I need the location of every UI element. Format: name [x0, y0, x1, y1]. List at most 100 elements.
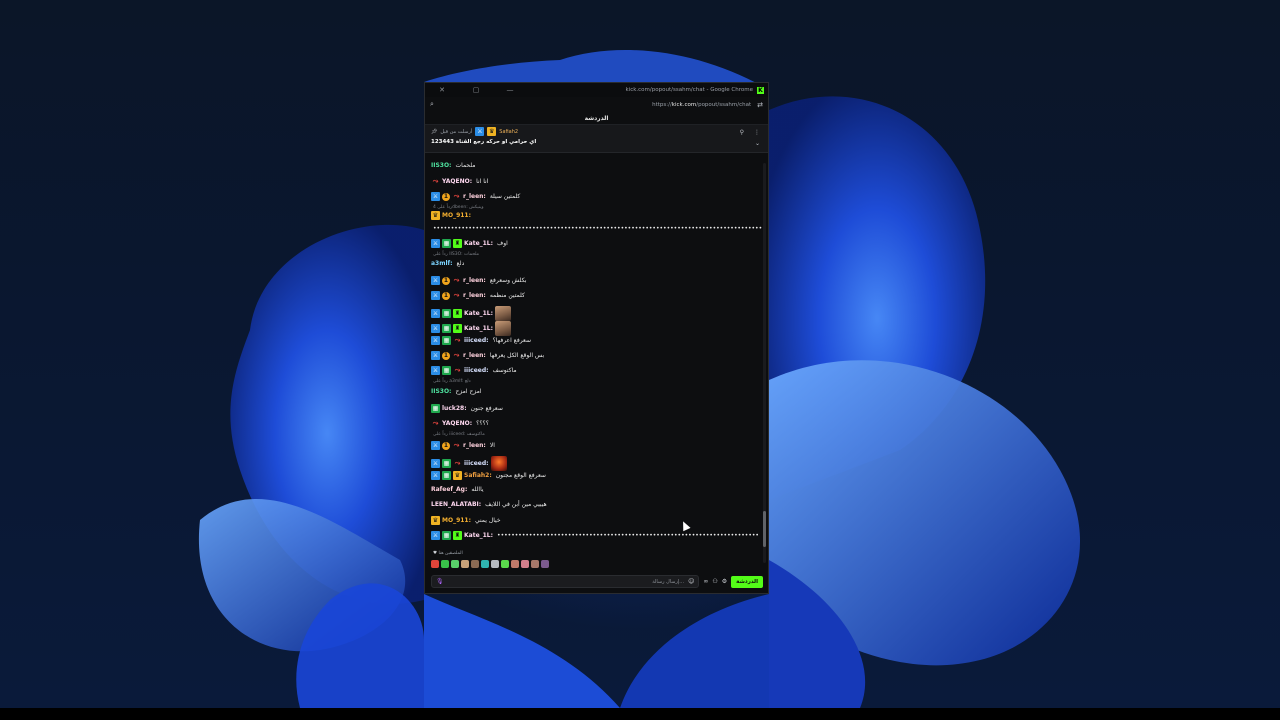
- chat-username[interactable]: Safiah2:: [464, 472, 492, 479]
- gift-badge-icon[interactable]: ♜: [453, 309, 462, 318]
- chat-message[interactable]: ▦ luck28: سعرفع جنون: [431, 404, 503, 413]
- chat-username[interactable]: LEEN_ALATABI:: [431, 501, 481, 508]
- chat-username[interactable]: iiiceed:: [464, 460, 489, 467]
- chat-message[interactable]: ••••••••••••••••••••••••••••••••••••••••…: [431, 225, 762, 232]
- chat-message[interactable]: ⚔ ▦ ♜ Kate_1L:: [431, 306, 512, 321]
- sword-badge-icon[interactable]: ⚔: [431, 239, 440, 248]
- crown-badge-icon[interactable]: ♛: [453, 471, 462, 480]
- founder-badge-icon[interactable]: 1: [442, 351, 450, 360]
- sword-badge-icon[interactable]: ⚔: [431, 309, 440, 318]
- chat-username[interactable]: r_leen:: [463, 193, 486, 200]
- mic-icon[interactable]: 🎙︎: [436, 578, 444, 585]
- emote-icon[interactable]: [461, 560, 469, 568]
- chat-username[interactable]: YAQENO:: [442, 420, 472, 427]
- sword-badge-icon[interactable]: ⚔: [431, 324, 440, 333]
- chat-username[interactable]: iiiceed:: [464, 337, 489, 344]
- og-badge-icon[interactable]: ⤳: [453, 459, 462, 468]
- og-badge-icon[interactable]: ⤳: [452, 276, 461, 285]
- og-badge-icon[interactable]: ⤳: [431, 177, 440, 186]
- emote-icon[interactable]: [531, 560, 539, 568]
- chat-message[interactable]: ⚔ ▦ ♛ Safiah2: سعرفع الوقع مجنون: [431, 471, 546, 480]
- chat-input[interactable]: 🎙︎ إرسال رسالة... ☺: [431, 575, 700, 588]
- sword-badge-icon[interactable]: ⚔: [431, 366, 440, 375]
- pinned-author[interactable]: Safiah2: [499, 129, 518, 135]
- og-badge-icon[interactable]: ⤳: [452, 441, 461, 450]
- gift-badge-icon[interactable]: ♜: [453, 239, 462, 248]
- crown-badge-icon[interactable]: ♛: [431, 211, 440, 220]
- chat-message[interactable]: LEEN_ALATABI: هيييي مين أبن في اللايف: [431, 501, 547, 508]
- chat-message[interactable]: IIS3O: ملحمات: [431, 162, 476, 169]
- founder-badge-icon[interactable]: 1: [442, 276, 450, 285]
- chat-username[interactable]: MO_911:: [442, 212, 471, 219]
- chat-username[interactable]: iiiceed:: [464, 367, 489, 374]
- emote-icon[interactable]: [481, 560, 489, 568]
- sword-badge-icon[interactable]: ⚔: [431, 531, 440, 540]
- pin-icon[interactable]: ⚲: [740, 129, 744, 136]
- chat-message[interactable]: ♛ MO_911: خيال يمني: [431, 516, 501, 525]
- settings-icon[interactable]: ⚙: [722, 578, 727, 585]
- sword-badge-icon[interactable]: ⚔: [431, 471, 440, 480]
- emote-icon[interactable]: [431, 560, 439, 568]
- og-badge-icon[interactable]: ⤳: [453, 366, 462, 375]
- chat-username[interactable]: Kate_1L:: [464, 240, 493, 247]
- og-badge-icon[interactable]: ⤳: [452, 291, 461, 300]
- minimize-icon[interactable]: —: [501, 86, 519, 94]
- emote-icon[interactable]: [511, 560, 519, 568]
- chat-username[interactable]: Rafeef_Ag:: [431, 486, 467, 493]
- sword-badge-icon[interactable]: ⚔: [431, 192, 440, 201]
- gift-badge-icon[interactable]: ♜: [453, 531, 462, 540]
- scrollbar-track[interactable]: [763, 163, 766, 563]
- chat-message[interactable]: ⚔ ▦ ♜ Kate_1L:: [431, 321, 512, 336]
- link-icon[interactable]: ∞: [703, 578, 708, 585]
- url-text[interactable]: https://kick.com/popout/ssahm/chat: [652, 102, 751, 108]
- founder-badge-icon[interactable]: 1: [442, 291, 450, 300]
- chat-username[interactable]: r_leen:: [463, 352, 486, 359]
- chat-username[interactable]: Kate_1L:: [464, 325, 493, 332]
- chat-message[interactable]: ⚔ 1 ⤳ r_leen: بكلش وسعرفع: [431, 276, 527, 285]
- chevron-down-icon[interactable]: ⌄: [755, 140, 760, 147]
- sub-badge-icon[interactable]: ▦: [442, 366, 451, 375]
- founder-badge-icon[interactable]: 1: [442, 441, 450, 450]
- close-icon[interactable]: ✕: [433, 86, 451, 94]
- emote-icon[interactable]: [491, 560, 499, 568]
- sword-badge-icon[interactable]: ⚔: [431, 336, 440, 345]
- og-badge-icon[interactable]: ⤳: [431, 419, 440, 428]
- chat-message[interactable]: ⚔ ▦ ⤳ iiiceed:: [431, 456, 507, 471]
- chat-username[interactable]: IIS3O:: [431, 388, 451, 395]
- sub-badge-icon[interactable]: ▦: [442, 324, 451, 333]
- more-icon[interactable]: ⋮: [754, 129, 760, 136]
- chat-message[interactable]: ♛ MO_911:: [431, 211, 471, 220]
- og-badge-icon[interactable]: ⤳: [452, 351, 461, 360]
- chat-username[interactable]: r_leen:: [463, 277, 486, 284]
- chat-username[interactable]: r_leen:: [463, 292, 486, 299]
- send-button[interactable]: الدردشة: [731, 575, 763, 588]
- sword-badge-icon[interactable]: ⚔: [431, 291, 440, 300]
- sub-badge-icon[interactable]: ▦: [431, 404, 440, 413]
- chat-message[interactable]: ⚔ ▦ ⤳ iiiceed: ماكتوسف: [431, 366, 517, 375]
- chat-message[interactable]: ⚔ 1 ⤳ r_leen: بس الوقع الكل يعرفها: [431, 351, 544, 360]
- chat-message[interactable]: ⚔ ▦ ♜ Kate_1L: اوف: [431, 239, 508, 248]
- users-icon[interactable]: ⚇: [712, 578, 717, 585]
- crown-badge-icon[interactable]: ♛: [431, 516, 440, 525]
- sword-badge-icon[interactable]: ⚔: [431, 276, 440, 285]
- og-badge-icon[interactable]: ⤳: [452, 192, 461, 201]
- chat-message[interactable]: IIS3O: امزح امزح: [431, 388, 482, 395]
- chat-message[interactable]: ⚔ ▦ ⤳ iiiceed: سعرفع اعرفها؟: [431, 336, 531, 345]
- sword-badge-icon[interactable]: ⚔: [431, 351, 440, 360]
- chat-username[interactable]: Kate_1L:: [464, 310, 493, 317]
- emote-icon[interactable]: [441, 560, 449, 568]
- search-icon[interactable]: ⌕: [430, 100, 434, 109]
- emote-icon[interactable]: [501, 560, 509, 568]
- gift-badge-icon[interactable]: ♜: [453, 324, 462, 333]
- emote-icon[interactable]: [541, 560, 549, 568]
- chat-message[interactable]: ⚔ 1 ⤳ r_leen: كلمتين منظمه: [431, 291, 525, 300]
- chat-message[interactable]: Rafeef_Ag: ياالله: [431, 486, 484, 493]
- chat-username[interactable]: luck28:: [442, 405, 467, 412]
- maximize-icon[interactable]: ▢: [467, 86, 485, 94]
- pinned-message[interactable]: 📌︎ أرسلت من قبل ⚔ ♛ Safiah2 اي حرامي او …: [425, 125, 768, 153]
- sub-badge-icon[interactable]: ▦: [442, 309, 451, 318]
- chat-message[interactable]: a3mlf: دلع: [431, 260, 464, 267]
- chat-username[interactable]: r_leen:: [463, 442, 486, 449]
- chat-username[interactable]: MO_911:: [442, 517, 471, 524]
- founder-badge-icon[interactable]: 1: [442, 192, 450, 201]
